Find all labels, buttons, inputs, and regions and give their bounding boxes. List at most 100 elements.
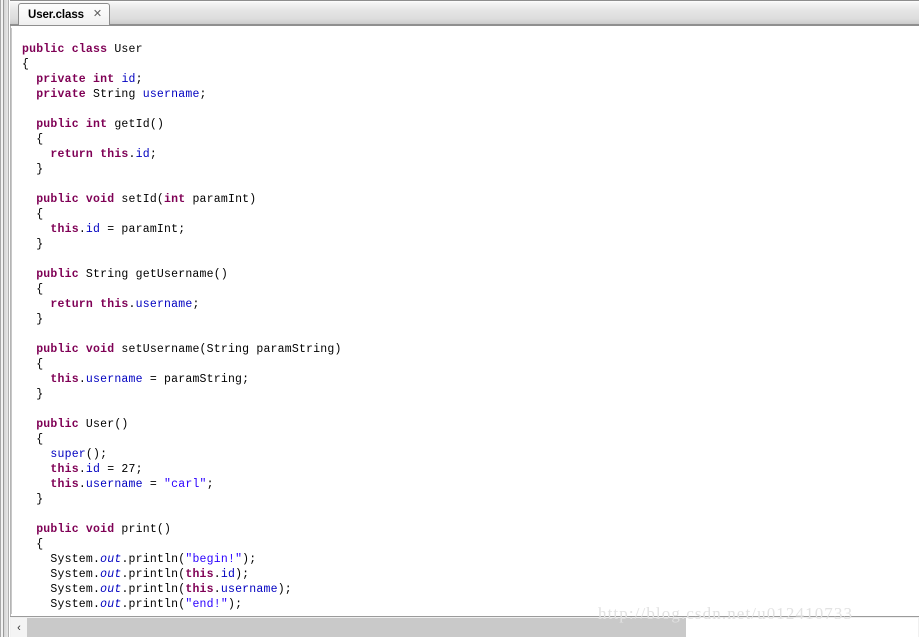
code-token: System. <box>22 598 101 611</box>
code-line: { <box>22 282 902 297</box>
code-token: } <box>22 493 44 506</box>
code-token: username <box>85 478 143 491</box>
code-token: this <box>100 148 129 161</box>
editor-tab-bar <box>10 0 919 25</box>
code-viewer-window: User.class ✕ public class User{ private … <box>0 0 919 637</box>
code-token: out <box>100 568 122 581</box>
code-token: ); <box>277 583 292 596</box>
code-token: } <box>22 313 44 326</box>
code-token: id <box>121 73 136 86</box>
code-token: public <box>36 268 79 281</box>
code-token: ); <box>242 553 257 566</box>
scrollbar-thumb[interactable] <box>27 618 686 637</box>
code-token: public <box>36 523 79 536</box>
code-token: username <box>85 373 143 386</box>
code-token: ; <box>149 148 157 161</box>
horizontal-scrollbar[interactable]: ‹ <box>10 616 919 637</box>
code-token: . <box>213 583 221 596</box>
code-token: } <box>22 388 44 401</box>
code-line: this.id = paramInt; <box>22 222 902 237</box>
editor-gutter-divider <box>11 28 12 614</box>
code-token: public <box>22 43 65 56</box>
code-content[interactable]: public class User{ private int id; priva… <box>22 42 902 614</box>
window-left-chrome <box>0 0 10 637</box>
close-icon[interactable]: ✕ <box>93 9 102 20</box>
code-token: String getUsername() <box>78 268 228 281</box>
code-line: return this.id; <box>22 147 902 162</box>
code-line: this.username = paramString; <box>22 372 902 387</box>
code-token: = paramString; <box>142 373 250 386</box>
code-token: getId() <box>107 118 165 131</box>
code-token: setUsername(String paramString) <box>114 343 342 356</box>
code-token: public <box>36 193 79 206</box>
code-token: ; <box>192 298 200 311</box>
code-token: = paramInt; <box>100 223 186 236</box>
code-token: id <box>220 568 236 581</box>
code-token: ; <box>199 88 207 101</box>
code-token: public <box>36 118 79 131</box>
tab-label: User.class <box>28 8 84 21</box>
code-token: this <box>100 298 129 311</box>
code-token: username <box>142 88 200 101</box>
code-token: this <box>50 373 79 386</box>
scrollbar-track[interactable] <box>27 618 918 637</box>
code-token: "end!" <box>185 598 228 611</box>
code-token: out <box>100 583 122 596</box>
code-token: return <box>50 148 94 161</box>
code-token: { <box>22 433 44 446</box>
code-token: User <box>107 43 143 56</box>
code-token: class <box>71 43 108 56</box>
code-token: . <box>78 223 86 236</box>
code-token: = 27; <box>100 463 143 476</box>
code-line: { <box>22 357 902 372</box>
code-line: super(); <box>22 447 902 462</box>
code-token: System. <box>22 568 101 581</box>
code-line: } <box>22 162 902 177</box>
code-token: . <box>128 298 136 311</box>
code-token: . <box>78 478 86 491</box>
code-token: { <box>22 133 44 146</box>
code-line: public void print() <box>22 522 902 537</box>
code-token: String <box>85 88 143 101</box>
code-line: { <box>22 207 902 222</box>
code-token: = <box>142 478 165 491</box>
code-token: . <box>128 148 136 161</box>
code-line: { <box>22 537 902 552</box>
code-token: out <box>100 598 122 611</box>
code-token: id <box>85 463 101 476</box>
code-line: { <box>22 432 902 447</box>
code-token: public <box>36 418 79 431</box>
code-token: } <box>22 163 44 176</box>
code-token: .println( <box>121 583 186 596</box>
code-line: public class User <box>22 42 902 57</box>
code-line: { <box>22 132 902 147</box>
code-token: { <box>22 358 44 371</box>
code-token: { <box>22 283 44 296</box>
code-token: .println( <box>121 553 186 566</box>
code-token: void <box>85 193 115 206</box>
code-token: int <box>93 73 115 86</box>
code-line: } <box>22 312 902 327</box>
code-line: this.id = 27; <box>22 462 902 477</box>
code-token: id <box>135 148 150 161</box>
code-token: System. <box>22 553 101 566</box>
code-line: System.out.println("begin!"); <box>22 552 902 567</box>
code-token: System. <box>22 583 101 596</box>
code-token: ); <box>227 598 243 611</box>
code-token: id <box>85 223 101 236</box>
tab-user-class[interactable]: User.class ✕ <box>18 3 111 25</box>
scroll-left-arrow-icon[interactable]: ‹ <box>11 618 27 637</box>
code-token: public <box>36 343 79 356</box>
code-token: void <box>85 523 115 536</box>
